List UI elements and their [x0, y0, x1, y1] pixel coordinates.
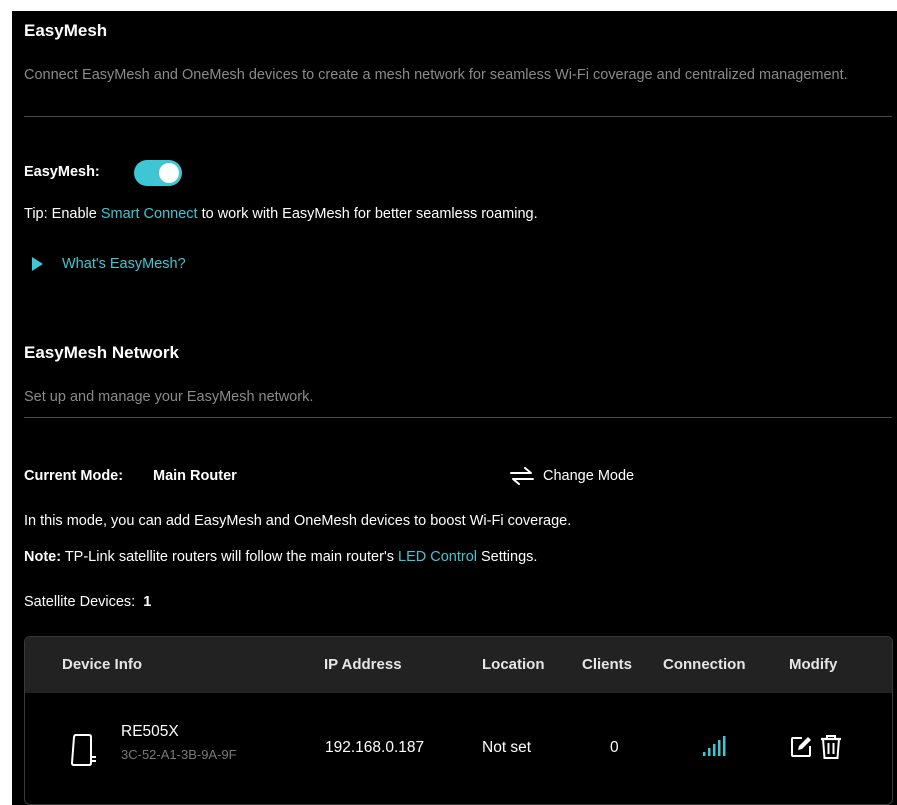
- easymesh-title: EasyMesh: [24, 21, 108, 40]
- header-modify: Modify: [789, 656, 838, 673]
- current-mode-value: Main Router: [153, 468, 237, 484]
- tip-suffix: to work with EasyMesh for better seamles…: [197, 206, 538, 222]
- change-mode-button[interactable]: Change Mode: [509, 465, 669, 487]
- device-name: RE505X: [121, 723, 179, 740]
- easymesh-toggle-label: EasyMesh:: [24, 164, 100, 180]
- network-divider: [24, 417, 892, 418]
- header-connection: Connection: [663, 656, 746, 673]
- header-clients: Clients: [582, 656, 633, 673]
- change-mode-label: Change Mode: [543, 468, 635, 484]
- satellite-label: Satellite Devices:: [24, 594, 136, 610]
- device-clients: 0: [610, 739, 619, 756]
- smart-connect-link[interactable]: Smart Connect: [101, 206, 198, 222]
- device-ip: 192.168.0.187: [325, 739, 425, 756]
- toggle-knob: [159, 163, 179, 183]
- easymesh-toggle[interactable]: [134, 160, 182, 186]
- note-text: Note: TP-Link satellite routers will fol…: [24, 549, 537, 565]
- tip-text: Tip: Enable Smart Connect to work with E…: [24, 206, 538, 222]
- header-ip-address: IP Address: [324, 656, 402, 673]
- device-location: Not set: [482, 739, 532, 756]
- edit-icon[interactable]: [789, 735, 813, 759]
- easymesh-divider: [24, 116, 892, 117]
- current-mode-label: Current Mode:: [24, 468, 124, 484]
- network-description: Set up and manage your EasyMesh network.: [24, 389, 314, 405]
- easymesh-description: Connect EasyMesh and OneMesh devices to …: [24, 67, 848, 83]
- led-control-link[interactable]: LED Control: [398, 549, 477, 565]
- note-label: Note:: [24, 549, 62, 565]
- satellite-table: Device Info IP Address Location Clients …: [24, 636, 893, 805]
- page: EasyMesh Connect EasyMesh and OneMesh de…: [0, 0, 897, 805]
- easymesh-panel: EasyMesh Connect EasyMesh and OneMesh de…: [12, 11, 897, 805]
- whats-easymesh-link[interactable]: What's EasyMesh?: [62, 256, 186, 272]
- note-suffix: Settings.: [476, 549, 538, 565]
- signal-bars-icon: [703, 736, 726, 756]
- header-device-info: Device Info: [62, 656, 143, 673]
- satellite-count: 1: [143, 594, 152, 610]
- table-header: Device Info IP Address Location Clients …: [25, 637, 892, 693]
- extender-device-icon: [70, 734, 96, 766]
- delete-icon[interactable]: [819, 734, 843, 760]
- device-mac: 3C-52-A1-3B-9A-9F: [121, 747, 237, 762]
- swap-arrows-icon: [510, 467, 534, 485]
- expand-triangle-icon: [32, 257, 43, 271]
- header-location: Location: [482, 656, 545, 673]
- tip-prefix: Tip: Enable: [24, 206, 101, 222]
- satellite-devices: Satellite Devices: 1: [24, 594, 151, 610]
- note-prefix: TP-Link satellite routers will follow th…: [61, 549, 398, 565]
- mode-info: In this mode, you can add EasyMesh and O…: [24, 513, 572, 529]
- network-title: EasyMesh Network: [24, 343, 179, 362]
- whats-easymesh-toggle[interactable]: What's EasyMesh?: [30, 256, 240, 277]
- table-row: RE505X 3C-52-A1-3B-9A-9F 192.168.0.187 N…: [25, 693, 892, 804]
